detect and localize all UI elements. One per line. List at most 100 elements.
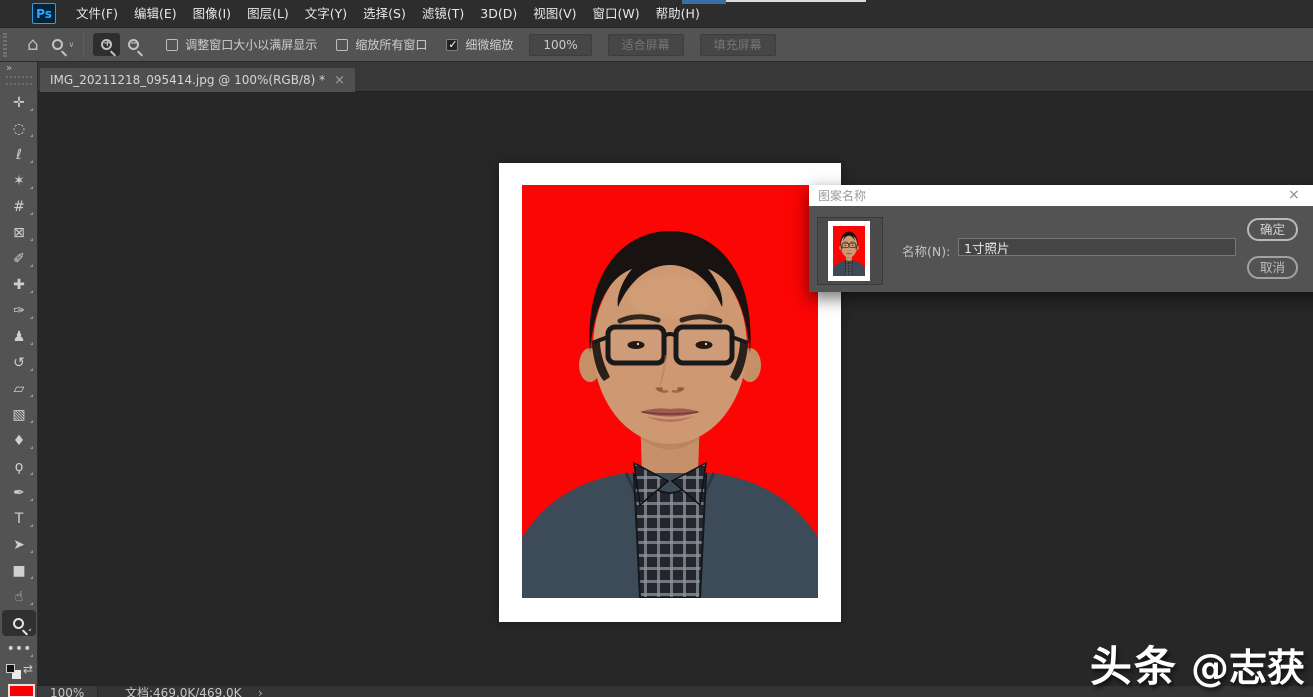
blur-tool[interactable]: ♦ <box>0 428 38 454</box>
move-tool[interactable]: ✛ <box>0 90 38 116</box>
options-checkboxes: 调整窗口大小以满屏显示 缩放所有窗口 细微缩放 <box>147 36 513 53</box>
type-tool[interactable]: T <box>0 506 38 532</box>
plus-sign: + <box>102 38 112 50</box>
clone-stamp-tool[interactable]: ♟ <box>0 324 38 350</box>
gradient-tool[interactable]: ▧ <box>0 402 38 428</box>
zoom-out-button[interactable]: − <box>120 33 147 56</box>
tool-icon: ■ <box>12 563 25 579</box>
tools-panel-grip[interactable] <box>6 76 32 85</box>
pattern-name-dialog: 图案名称 × 名称(N): 确定 取消 <box>809 185 1313 292</box>
menu-item[interactable]: 3D(D) <box>472 0 525 27</box>
menu-item[interactable]: 窗口(W) <box>585 0 648 27</box>
menu-item[interactable]: 帮助(H) <box>648 0 708 27</box>
checkbox-icon[interactable] <box>446 39 458 51</box>
document-tab[interactable]: IMG_20211218_095414.jpg @ 100%(RGB/8) * … <box>40 68 355 92</box>
dialog-body: 名称(N): 确定 取消 <box>809 206 1313 292</box>
hand-tool[interactable]: ☝ <box>0 584 38 610</box>
dodge-tool[interactable]: ϙ <box>0 454 38 480</box>
cancel-button[interactable]: 取消 <box>1247 256 1298 279</box>
options-bar-grip[interactable] <box>3 33 7 57</box>
magic-wand-tool[interactable]: ✶ <box>0 168 38 194</box>
zoom-in-button[interactable]: + <box>93 33 120 56</box>
chevron-down-icon: ∨ <box>68 40 74 49</box>
status-chevron-icon[interactable]: › <box>258 686 263 697</box>
frame-tool[interactable]: ⊠ <box>0 220 38 246</box>
eraser-tool[interactable]: ▱ <box>0 376 38 402</box>
options-button[interactable]: 填充屏幕 <box>700 34 776 56</box>
tool-icon <box>13 618 24 629</box>
options-checkbox[interactable]: 细微缩放 <box>446 36 513 53</box>
tool-icon: ▧ <box>12 407 25 423</box>
options-button[interactable]: 100% <box>529 34 591 56</box>
name-input[interactable] <box>958 238 1236 256</box>
tool-icon: ♟ <box>13 329 26 345</box>
zoom-level-field[interactable]: 100% <box>38 686 98 697</box>
menu-bar: Ps 文件(F) 编辑(E) 图像(I) 图层(L) 文字(Y) 选择(S) 滤… <box>0 0 1313 27</box>
edit-toolbar[interactable]: ••• <box>0 636 38 662</box>
lasso-tool[interactable]: ℓ <box>0 142 38 168</box>
menu-item[interactable]: 视图(V) <box>525 0 584 27</box>
options-bar: ⌂ ∨ + − 调整窗口大小以满屏显示 <box>0 27 1313 62</box>
pattern-preview-box <box>817 217 883 285</box>
brush-tool[interactable]: ✑ <box>0 298 38 324</box>
options-button[interactable]: 适合屏幕 <box>608 34 684 56</box>
watermark-brand: 头条 <box>1090 642 1178 691</box>
minus-sign: − <box>129 38 139 50</box>
pen-tool[interactable]: ✒ <box>0 480 38 506</box>
rectangle-tool[interactable]: ■ <box>0 558 38 584</box>
tool-icon: ✒ <box>13 485 25 501</box>
dialog-title-bar[interactable]: 图案名称 × <box>809 185 1313 206</box>
panel-collapse-icon[interactable]: » <box>0 62 37 74</box>
tool-icon: ••• <box>7 641 32 657</box>
tool-icon: ↺ <box>13 355 25 371</box>
tool-icon: ▱ <box>14 381 25 397</box>
healing-brush-tool[interactable]: ✚ <box>0 272 38 298</box>
checkbox-label: 调整窗口大小以满屏显示 <box>185 36 317 53</box>
marquee-tool[interactable]: ◌ <box>0 116 38 142</box>
menu-item[interactable]: 编辑(E) <box>126 0 185 27</box>
checkbox-icon[interactable] <box>166 39 178 51</box>
options-checkbox[interactable]: 缩放所有窗口 <box>336 36 427 53</box>
eyedropper-tool[interactable]: ✐ <box>0 246 38 272</box>
tool-icon: ✑ <box>13 303 25 319</box>
screen-artifact-blue <box>682 0 726 4</box>
options-buttons: 100% 适合屏幕 填充屏幕 <box>513 34 775 56</box>
checkbox-icon[interactable] <box>336 39 348 51</box>
tool-icon: ➤ <box>13 537 25 553</box>
zoom-tool[interactable] <box>2 610 36 636</box>
path-selection-tool[interactable]: ➤ <box>0 532 38 558</box>
menu-item[interactable]: 图像(I) <box>185 0 239 27</box>
tool-icon: ⊠ <box>13 225 25 241</box>
photoshop-logo: Ps <box>32 3 56 24</box>
name-field-label: 名称(N): <box>902 241 952 260</box>
zoom-tool-preset[interactable]: ∨ <box>52 39 74 50</box>
menu-item[interactable]: 文字(Y) <box>297 0 355 27</box>
menu-item[interactable]: 选择(S) <box>355 0 414 27</box>
foreground-color-mini <box>6 664 15 673</box>
swap-colors-icon[interactable]: ⇄ <box>23 662 33 676</box>
document-surface <box>499 163 841 622</box>
tool-icon: ℓ <box>16 147 22 163</box>
document-tab-bar: IMG_20211218_095414.jpg @ 100%(RGB/8) * … <box>0 62 1313 92</box>
tool-icon: T <box>15 511 24 527</box>
tool-icon: ♦ <box>13 433 26 449</box>
watermark-handle: @志获 <box>1191 646 1305 690</box>
tool-icon: ✶ <box>13 173 25 189</box>
canvas-area[interactable] <box>38 92 1313 686</box>
close-icon[interactable]: × <box>334 73 345 88</box>
close-icon[interactable]: × <box>1288 185 1300 206</box>
tool-icon: ✛ <box>13 95 25 111</box>
home-icon[interactable]: ⌂ <box>27 36 38 54</box>
crop-tool[interactable]: # <box>0 194 38 220</box>
tools-list: ✛ ◌ ℓ ✶ # ⊠ <box>0 90 37 662</box>
menu-item[interactable]: 图层(L) <box>239 0 297 27</box>
menu-item[interactable]: 文件(F) <box>68 0 126 27</box>
zoom-out-icon: − <box>128 39 139 50</box>
foreground-color-swatch[interactable] <box>8 684 35 697</box>
pattern-thumbnail <box>828 221 870 281</box>
options-checkbox[interactable]: 调整窗口大小以满屏显示 <box>166 36 317 53</box>
ok-button[interactable]: 确定 <box>1247 218 1298 241</box>
menu-item[interactable]: 滤镜(T) <box>414 0 472 27</box>
document-tab-title: IMG_20211218_095414.jpg @ 100%(RGB/8) * <box>50 73 325 87</box>
history-brush-tool[interactable]: ↺ <box>0 350 38 376</box>
